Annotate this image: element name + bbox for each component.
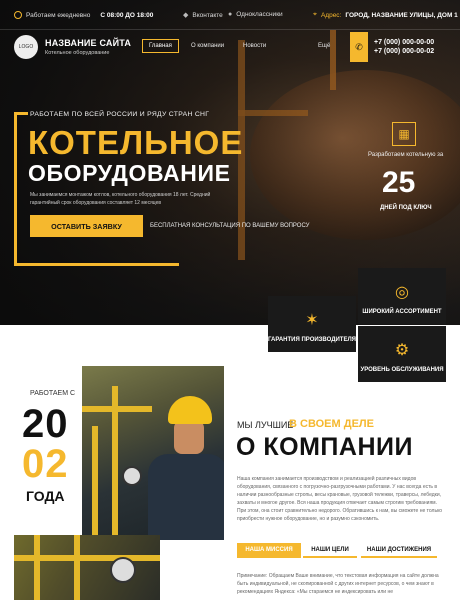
tab-mission[interactable]: НАША МИССИЯ — [237, 543, 301, 558]
pipe-image — [74, 535, 80, 600]
feature-box-service: ⚙ УРОВЕНЬ ОБСЛУЖИВАНИЯ — [358, 326, 446, 382]
feature-label: УРОВЕНЬ ОБСЛУЖИВАНИЯ — [360, 367, 444, 373]
phone-number[interactable]: +7 (000) 000-00-00 — [374, 38, 434, 47]
nav-item-more[interactable]: Ещё — [318, 43, 330, 49]
leave-request-button[interactable]: ОСТАВИТЬ ЗАЯВКУ — [30, 215, 143, 237]
ok-icon: ● — [228, 11, 233, 18]
star-hand-icon: ✶ — [305, 312, 319, 329]
factory-icon: ▦ — [392, 122, 416, 146]
gauge-image — [122, 466, 142, 486]
vk-link[interactable]: ◆ Вконтакте — [183, 11, 223, 20]
year-part2: 02 — [22, 442, 69, 486]
nav-item-home[interactable]: Главная — [142, 39, 179, 53]
side-text: Разработаем котельную за — [368, 152, 444, 158]
ok-label: Одноклассники — [236, 11, 283, 18]
ok-link[interactable]: ● Одноклассники — [228, 11, 283, 18]
hero-description: Мы занимаемся монтажом котлов, котельног… — [30, 192, 211, 206]
nav-item-news[interactable]: Новости — [243, 43, 266, 49]
vk-label: Вконтакте — [192, 11, 223, 19]
gauge-image — [110, 557, 136, 583]
pin-icon: ⌖ — [313, 11, 317, 18]
phone-icon[interactable]: ✆ — [350, 32, 368, 62]
gears-icon: ⚙ — [394, 342, 410, 359]
pipes-photo — [14, 535, 160, 600]
feature-label: ГАРАНТИЯ ПРОИЗВОДИТЕЛЯ — [268, 337, 356, 343]
years-label: ГОДА — [26, 488, 65, 504]
decor-bracket — [14, 252, 179, 266]
feature-label: ШИРОКИЙ АССОРТИМЕНТ — [362, 309, 442, 315]
hours-label: Работаем ежедневно — [26, 11, 91, 19]
hero-pretitle: РАБОТАЕМ ПО ВСЕЙ РОССИИ И РЯДУ СТРАН СНГ — [30, 111, 210, 118]
hero-title-line2: ОБОРУДОВАНИЕ — [28, 160, 231, 186]
phones: +7 (000) 000-00-00 +7 (000) 000-00-02 — [374, 38, 434, 56]
pipe-image — [112, 386, 118, 536]
about-title: О КОМПАНИИ — [236, 433, 413, 461]
vk-icon: ◆ — [183, 12, 189, 19]
helmet-image — [168, 396, 212, 424]
clock-icon — [14, 11, 22, 19]
about-text: Наша компания занимается производством и… — [237, 476, 443, 522]
address: ⌖ Адрес: ГОРОД, НАЗВАНИЕ УЛИЦЫ, ДОМ 1 — [313, 11, 458, 19]
decor-bracket — [14, 112, 28, 262]
site-name[interactable]: НАЗВАНИЕ САЙТА — [45, 38, 131, 48]
address-value: ГОРОД, НАЗВАНИЕ УЛИЦЫ, ДОМ 1 — [345, 11, 458, 19]
logo[interactable]: LOGO — [14, 35, 38, 59]
side-subtitle: ДНЕЙ ПОД КЛЮЧ — [380, 205, 432, 211]
worker-image — [148, 454, 224, 540]
worker-image — [174, 420, 204, 454]
hours: Работаем ежедневно С 08:00 ДО 18:00 — [14, 11, 153, 19]
tab-achievements[interactable]: НАШИ ДОСТИЖЕНИЯ — [361, 543, 437, 558]
pipe-image — [92, 426, 98, 536]
tab-goals[interactable]: НАШИ ЦЕЛИ — [303, 543, 357, 558]
since-label: РАБОТАЕМ С — [30, 390, 76, 397]
year-part1: 20 — [22, 402, 69, 446]
hours-value: С 08:00 ДО 18:00 — [100, 11, 154, 19]
site-subtitle: Котельное оборудование — [45, 50, 110, 56]
nav-item-about[interactable]: О компании — [191, 43, 224, 49]
about-highlight: В СВОЕМ ДЕЛЕ — [289, 418, 374, 430]
pipe-image — [34, 535, 40, 600]
cta-note: БЕСПЛАТНАЯ КОНСУЛЬТАЦИЯ ПО ВАШЕМУ ВОПРОС… — [150, 223, 310, 229]
gauge-icon: ◎ — [395, 284, 409, 301]
side-number: 25 — [382, 166, 416, 199]
worker-photo — [82, 366, 224, 540]
address-label: Адрес: — [320, 11, 342, 19]
hero-title-line1: КОТЕЛЬНОЕ — [28, 124, 244, 161]
topbar: Работаем ежедневно С 08:00 ДО 18:00 ◆ Вк… — [0, 0, 460, 30]
feature-box-assortment: ◎ ШИРОКИЙ АССОРТИМЕНТ — [358, 268, 446, 324]
about-note: Примечание: Обращаем Ваше внимание, что … — [237, 573, 439, 595]
feature-box-warranty: ✶ ГАРАНТИЯ ПРОИЗВОДИТЕЛЯ — [268, 296, 356, 352]
phone-number[interactable]: +7 (000) 000-00-02 — [374, 47, 434, 56]
about-pretitle: МЫ ЛУЧШИЕ — [237, 420, 294, 430]
